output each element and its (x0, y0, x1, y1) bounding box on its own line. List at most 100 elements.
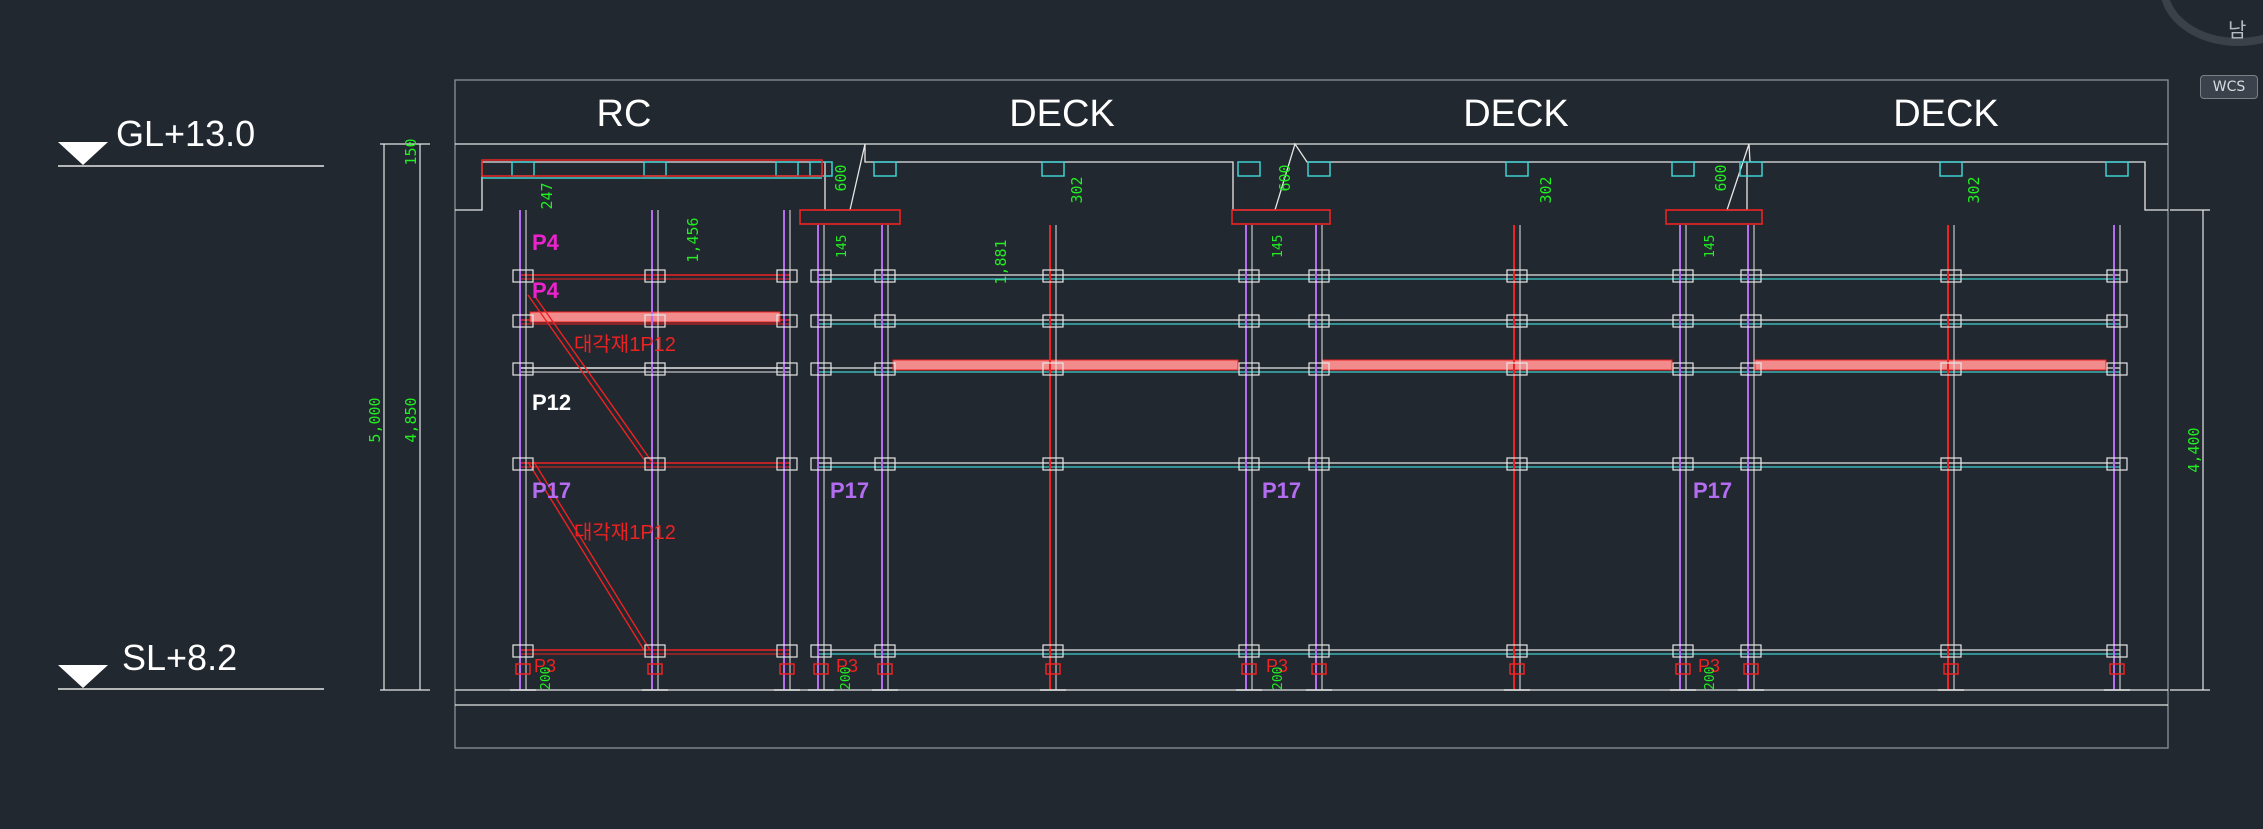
joint-9-2 (1672, 362, 1694, 376)
head-7 (1307, 161, 1331, 177)
joint-3-4 (810, 644, 832, 658)
joint-8-1 (1506, 314, 1528, 328)
joint-6-3 (1238, 457, 1260, 471)
joint-2-3 (776, 457, 798, 471)
label-p4-lower: P4 (532, 278, 560, 303)
base-jack-10 (1743, 663, 1759, 675)
joint-1-2 (644, 362, 666, 376)
dim-base-deck-3: 200 (1703, 667, 1718, 690)
joint-7-0 (1308, 269, 1330, 283)
base-jack-12 (2109, 663, 2125, 675)
joint-11-3 (1940, 457, 1962, 471)
level-marker-bottom: SL+8.2 (58, 637, 324, 690)
section-header-deck-2: DECK (1463, 93, 1569, 135)
base-jack-6 (1241, 663, 1257, 675)
joint-4-0 (874, 269, 896, 283)
joint-8-4 (1506, 644, 1528, 658)
scaffold-ledgers (520, 274, 2120, 655)
dim-deck-head-3: 302 (1965, 176, 1983, 203)
viewcube-south-label[interactable]: 남 (2228, 14, 2246, 43)
joint-6-0 (1238, 269, 1260, 283)
dim-rc-beam: 247 (538, 182, 556, 209)
head-6 (1237, 161, 1261, 177)
joint-4-4 (874, 644, 896, 658)
dim-base-deck-1: 200 (839, 667, 854, 690)
joint-9-4 (1672, 644, 1694, 658)
cad-drawing-canvas[interactable]: GL+13.0 SL+8.2 RC DECK DECK DECK 5,000 4… (0, 0, 2263, 829)
joint-5-1 (1042, 314, 1064, 328)
base-jacks (510, 663, 2130, 691)
dim-deck-beam-3: 600 (1712, 164, 1730, 191)
joint-10-3 (1740, 457, 1762, 471)
joint-1-3 (644, 457, 666, 471)
base-jack-2 (779, 663, 795, 675)
dim-deck-gap: 1,881 (992, 239, 1010, 284)
joint-12-0 (2106, 269, 2128, 283)
head-12 (2105, 161, 2129, 177)
base-jack-5 (1045, 663, 1061, 675)
dim-jack-3: 145 (1703, 235, 1718, 258)
joint-7-4 (1308, 644, 1330, 658)
label-brace-lower: 대각재1P12 (574, 521, 676, 544)
level-marker-top: GL+13.0 (58, 113, 324, 167)
joint-2-4 (776, 644, 798, 658)
joint-3-2 (810, 362, 832, 376)
head-3 (809, 161, 833, 177)
label-brace-upper: 대각재1P12 (574, 333, 676, 356)
dim-base-rc: 200 (539, 667, 554, 690)
joint-3-3 (810, 457, 832, 471)
level-top-label: GL+13.0 (116, 113, 255, 154)
section-header-deck-1: DECK (1009, 93, 1115, 135)
head-2 (775, 161, 799, 177)
base-jack-3 (813, 663, 829, 675)
dim-right: 4,400 (2185, 427, 2203, 472)
deck-beam-cap-0 (799, 209, 901, 225)
joint-5-0 (1042, 269, 1064, 283)
head-0 (511, 161, 535, 177)
head-9 (1671, 161, 1695, 177)
ucs-badge[interactable]: WCS (2200, 75, 2258, 99)
dim-base-deck-2: 200 (1271, 667, 1286, 690)
deck-beam-cap-1 (1231, 209, 1331, 225)
joint-12-4 (2106, 644, 2128, 658)
head-4 (873, 161, 897, 177)
base-jack-7 (1311, 663, 1327, 675)
label-p4-upper: P4 (532, 230, 560, 255)
joint-10-1 (1740, 314, 1762, 328)
joint-11-0 (1940, 269, 1962, 283)
joint-0-2 (512, 362, 534, 376)
base-jack-11 (1943, 663, 1959, 675)
joint-4-1 (874, 314, 896, 328)
joint-12-1 (2106, 314, 2128, 328)
highlight-beam-3 (1754, 359, 2107, 371)
level-bottom-label: SL+8.2 (122, 637, 237, 678)
label-p17-deck-2: P17 (1262, 478, 1301, 503)
dim-deck-head-1: 302 (1068, 176, 1086, 203)
dim-jack-1: 145 (835, 235, 850, 258)
dim-top-slab: 150 (402, 138, 420, 165)
head-8 (1505, 161, 1529, 177)
head-5 (1041, 161, 1065, 177)
section-header-rc: RC (597, 93, 652, 135)
joint-5-3 (1042, 457, 1064, 471)
joint-0-0 (512, 269, 534, 283)
dim-jack-2: 145 (1271, 235, 1286, 258)
dim-inner-left: 4,850 (402, 397, 420, 442)
joint-6-2 (1238, 362, 1260, 376)
joint-11-4 (1940, 644, 1962, 658)
joint-10-0 (1740, 269, 1762, 283)
dim-deck-beam-2: 600 (1276, 164, 1294, 191)
joint-8-3 (1506, 457, 1528, 471)
base-jack-0 (515, 663, 531, 675)
dim-deck-head-2: 302 (1537, 176, 1555, 203)
base-jack-1 (647, 663, 663, 675)
joint-9-0 (1672, 269, 1694, 283)
head-11 (1939, 161, 1963, 177)
joint-7-3 (1308, 457, 1330, 471)
base-jack-8 (1509, 663, 1525, 675)
joint-9-1 (1672, 314, 1694, 328)
joint-6-1 (1238, 314, 1260, 328)
highlight-beams (529, 311, 2107, 371)
highlight-beam-2 (1321, 359, 1673, 371)
label-p12: P12 (532, 390, 571, 415)
